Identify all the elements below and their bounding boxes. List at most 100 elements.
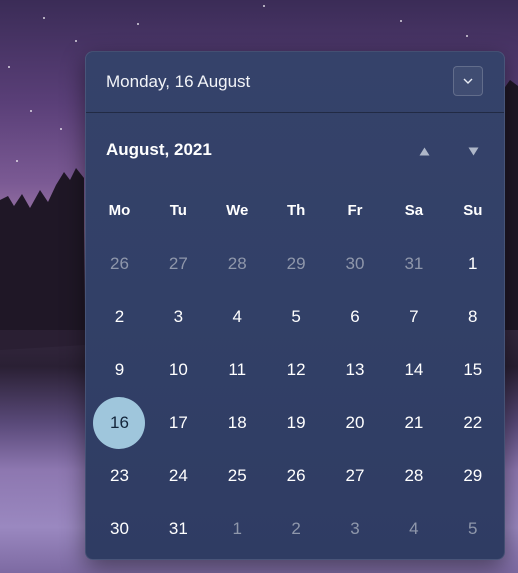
day-number: 31 xyxy=(404,253,424,273)
star xyxy=(75,40,77,42)
month-year-title[interactable]: August, 2021 xyxy=(106,140,212,160)
day-cell[interactable]: 5 xyxy=(267,290,326,343)
day-cell[interactable]: 25 xyxy=(208,449,267,502)
day-cell[interactable]: 14 xyxy=(384,343,443,396)
day-cell[interactable]: 27 xyxy=(149,237,208,290)
chevron-down-icon xyxy=(463,78,473,84)
day-number: 21 xyxy=(404,412,424,432)
day-cell[interactable]: 28 xyxy=(384,449,443,502)
star xyxy=(16,160,18,162)
day-number: 1 xyxy=(232,518,242,538)
day-cell[interactable]: 26 xyxy=(267,449,326,502)
next-month-button[interactable] xyxy=(456,136,490,166)
day-number: 7 xyxy=(409,306,419,326)
star xyxy=(466,35,468,37)
collapse-calendar-button[interactable] xyxy=(453,66,483,96)
day-cell[interactable]: 11 xyxy=(208,343,267,396)
day-number: 26 xyxy=(286,465,306,485)
triangle-down-icon xyxy=(468,147,478,155)
previous-month-button[interactable] xyxy=(407,136,441,166)
day-number: 31 xyxy=(168,518,188,538)
day-number: 14 xyxy=(404,359,424,379)
day-number: 16 xyxy=(109,412,129,432)
day-number: 30 xyxy=(109,518,129,538)
day-cell[interactable]: 8 xyxy=(443,290,502,343)
day-cell[interactable]: 24 xyxy=(149,449,208,502)
day-cell[interactable]: 21 xyxy=(384,396,443,449)
day-number: 6 xyxy=(350,306,360,326)
star xyxy=(43,17,45,19)
star xyxy=(137,23,139,25)
day-cell[interactable]: 26 xyxy=(90,237,149,290)
day-cell[interactable]: 22 xyxy=(443,396,502,449)
day-number: 2 xyxy=(114,306,125,326)
day-cell[interactable]: 2 xyxy=(90,290,149,343)
day-number: 26 xyxy=(109,253,129,273)
day-cell[interactable]: 4 xyxy=(208,290,267,343)
day-number: 29 xyxy=(286,253,306,273)
star xyxy=(30,110,32,112)
day-number: 8 xyxy=(468,306,478,326)
day-number: 3 xyxy=(350,518,360,538)
day-cell[interactable]: 1 xyxy=(443,237,502,290)
weekday-header: Mo xyxy=(108,202,131,219)
day-cell[interactable]: 3 xyxy=(326,502,385,555)
day-cell[interactable]: 29 xyxy=(267,237,326,290)
day-number: 25 xyxy=(227,465,247,485)
day-cell[interactable]: 31 xyxy=(384,237,443,290)
day-number: 27 xyxy=(168,253,188,273)
weekday-header: Th xyxy=(286,202,306,219)
day-cell-today[interactable]: 16 xyxy=(90,396,149,449)
day-cell[interactable]: 28 xyxy=(208,237,267,290)
day-cell[interactable]: 30 xyxy=(326,237,385,290)
star xyxy=(400,20,402,22)
calendar-grid: Mo Tu We Th Fr Sa Su 26 27 28 29 30 31 1 2 3 4 5 6 7 8 9 10 11 1… xyxy=(90,185,500,555)
star xyxy=(60,128,62,130)
day-cell[interactable]: 20 xyxy=(326,396,385,449)
day-cell[interactable]: 9 xyxy=(90,343,149,396)
day-cell[interactable]: 29 xyxy=(443,449,502,502)
day-cell[interactable]: 18 xyxy=(208,396,267,449)
day-cell[interactable]: 30 xyxy=(90,502,149,555)
day-cell[interactable]: 3 xyxy=(149,290,208,343)
day-cell[interactable]: 19 xyxy=(267,396,326,449)
weekday-header: Su xyxy=(463,202,483,219)
day-cell[interactable]: 6 xyxy=(326,290,385,343)
day-number: 9 xyxy=(114,359,125,379)
selected-date-text: Monday, 16 August xyxy=(106,72,251,91)
day-cell[interactable]: 15 xyxy=(443,343,502,396)
star xyxy=(263,5,265,7)
day-cell[interactable]: 31 xyxy=(149,502,208,555)
day-number: 28 xyxy=(227,253,247,273)
day-cell[interactable]: 7 xyxy=(384,290,443,343)
day-cell[interactable]: 27 xyxy=(326,449,385,502)
day-number: 2 xyxy=(291,518,301,538)
day-number: 20 xyxy=(345,412,365,432)
day-cell[interactable]: 4 xyxy=(384,502,443,555)
day-number: 30 xyxy=(345,253,365,273)
day-cell[interactable]: 1 xyxy=(208,502,267,555)
weekday-header: We xyxy=(226,202,249,219)
day-number: 13 xyxy=(345,359,365,379)
weekday-header: Sa xyxy=(404,202,424,219)
day-number: 22 xyxy=(463,412,483,432)
day-number: 29 xyxy=(463,465,483,485)
day-number: 1 xyxy=(468,253,478,273)
day-number: 27 xyxy=(345,465,365,485)
star xyxy=(8,66,10,68)
day-number: 18 xyxy=(227,412,247,432)
day-cell[interactable]: 17 xyxy=(149,396,208,449)
day-number: 5 xyxy=(291,306,301,326)
day-cell[interactable]: 13 xyxy=(326,343,385,396)
day-number: 17 xyxy=(168,412,188,432)
day-cell[interactable]: 2 xyxy=(267,502,326,555)
day-cell[interactable]: 23 xyxy=(90,449,149,502)
day-cell[interactable]: 10 xyxy=(149,343,208,396)
day-number: 28 xyxy=(404,465,424,485)
calendar-flyout: Monday, 16 August August, 2021 Mo Tu We Th F… xyxy=(85,51,505,560)
day-cell[interactable]: 12 xyxy=(267,343,326,396)
triangle-up-icon xyxy=(419,147,429,155)
day-number: 24 xyxy=(168,465,188,485)
day-cell[interactable]: 5 xyxy=(443,502,502,555)
day-number: 15 xyxy=(463,359,483,379)
